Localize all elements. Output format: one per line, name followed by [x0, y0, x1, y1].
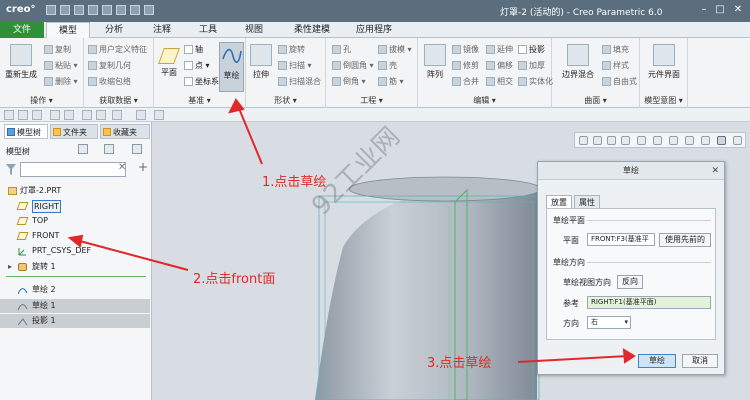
arrow-to-sketch: [237, 105, 263, 165]
arrowhead-icon: [228, 98, 245, 114]
annotation-arrows: [67, 98, 636, 364]
arrow-to-front: [75, 239, 189, 271]
arrowhead-icon: [67, 234, 84, 248]
arrowhead-icon: [622, 348, 636, 364]
arrow-to-ok: [517, 355, 629, 363]
